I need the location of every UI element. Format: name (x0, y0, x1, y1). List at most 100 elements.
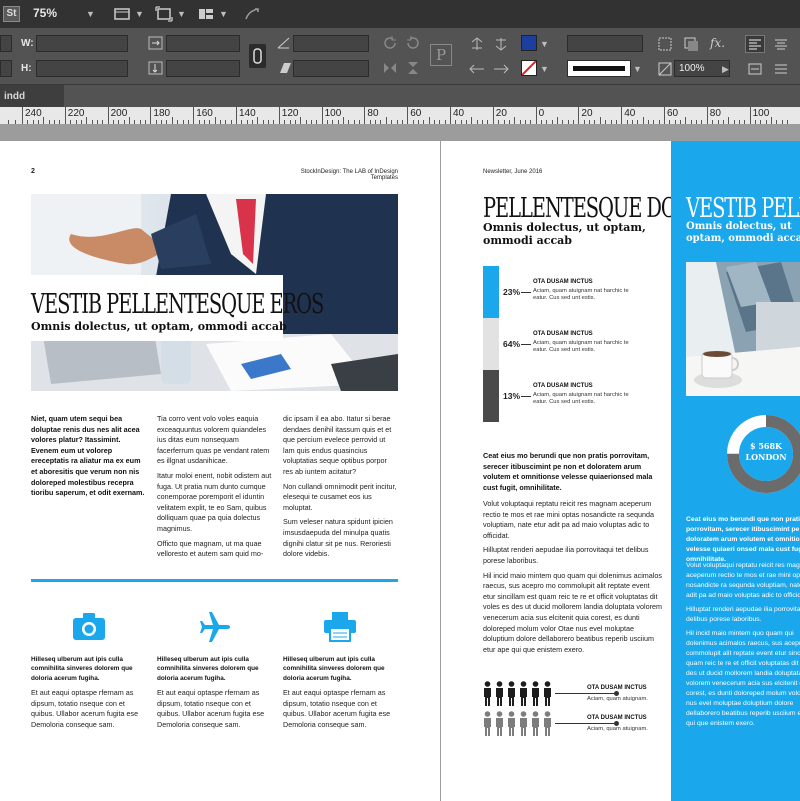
scale-y-icon (148, 61, 163, 75)
left-page[interactable]: 2 StockInDesign: The LAB of InDesign Tem… (0, 141, 440, 801)
stroke-type-dropdown[interactable] (567, 60, 631, 77)
ruler-label: 40 (624, 108, 636, 119)
rotation-angle-field[interactable] (293, 35, 369, 52)
stroke-weight-field[interactable] (567, 35, 643, 52)
feature-body[interactable]: Et aut eaqui optaspe rfernam as dipsum, … (283, 688, 399, 730)
sidebar-body: Volut voluptaqui reptatu reicit res magn… (686, 561, 800, 729)
ruler-major-tick (64, 107, 66, 124)
person-icon (496, 681, 503, 706)
printer-icon (324, 612, 356, 642)
drop-shadow-icon[interactable] (683, 36, 699, 52)
width-label: W: (21, 38, 34, 49)
scale-x-field[interactable] (166, 35, 240, 52)
sidebar-title[interactable]: VESTIB PELLEN (686, 193, 800, 224)
flip-horizontal-icon[interactable] (382, 60, 398, 76)
document-tab[interactable]: indd (0, 85, 64, 108)
feature-body[interactable]: Et aut eaqui optaspe rfernam as dipsum, … (31, 688, 147, 730)
zoom-level[interactable]: 75% (33, 6, 57, 20)
feature-body[interactable]: Et aut eaqui optaspe rfernam as dipsum, … (157, 688, 273, 730)
feature-title[interactable]: Hilleseq ulberum aut ipis culla comnihil… (157, 655, 273, 683)
fill-chevron-down-icon[interactable]: ▼ (540, 39, 549, 49)
select-next-object-icon[interactable] (492, 61, 510, 77)
scale-y-field[interactable] (166, 60, 240, 77)
view-options-icon[interactable] (113, 6, 131, 22)
screen-chevron-down-icon[interactable]: ▼ (177, 9, 186, 19)
page-title[interactable]: VESTIB PELLENTESQUE EROS (31, 289, 324, 320)
ruler-minor-tick (171, 117, 173, 124)
stroke-chevron-down-icon[interactable]: ▼ (540, 64, 549, 74)
body-paragraph[interactable]: Tia corro vent volo voles eaquia exceaqu… (157, 414, 272, 467)
y-field[interactable] (0, 60, 12, 77)
lead-paragraph[interactable]: Niet, quam utem sequi bea doluptae renis… (31, 414, 145, 499)
width-field[interactable] (36, 35, 128, 52)
arrange-chevron-down-icon[interactable]: ▼ (219, 9, 228, 19)
constrain-proportions-button[interactable] (249, 44, 266, 68)
ruler-major-tick (621, 107, 623, 124)
document-tab-bar: indd (0, 84, 800, 108)
screen-mode-icon[interactable] (155, 6, 173, 22)
ruler-minor-tick (86, 117, 88, 124)
sidebar-subtitle[interactable]: Omnis dolectus, ut optam, ommodi accab (686, 221, 800, 245)
view-chevron-down-icon[interactable]: ▼ (135, 9, 144, 19)
stat-label: OTA DUSAM INCTUS (533, 331, 593, 337)
ruler-label: 60 (667, 108, 679, 119)
reference-point-p-icon[interactable]: P (430, 44, 452, 66)
body-paragraph[interactable]: dic ipsam il ea abo. Itatur si berae den… (283, 414, 398, 478)
text-frame-options-icon[interactable] (657, 36, 673, 52)
sidebar-lead[interactable]: Ceat eius mo berundi que non pratis porr… (686, 515, 800, 565)
stat-connector-line (521, 344, 531, 345)
body-paragraph[interactable]: Hilluptat renderi aepudae ilia porrovita… (483, 545, 663, 566)
right-page[interactable]: Newsletter, June 2016 PELLENTESQUE DOR O… (441, 141, 800, 801)
lead-paragraph[interactable]: Ceat eius mo berundi que non pratis porr… (483, 451, 663, 493)
body-paragraph[interactable]: Hil incid maio mintem quo quam qui dolen… (483, 571, 663, 656)
horizontal-ruler[interactable]: 240 220 200 180 160 140 120 100 80 60 40 20 0 20 40 60 8… (0, 107, 800, 125)
align-bottom-icon[interactable] (772, 61, 790, 77)
body-paragraph[interactable]: Itatur moloi enent, nobit odistem aut fu… (157, 471, 272, 535)
page-title[interactable]: PELLENTESQUE DOR (483, 193, 690, 224)
align-center-icon[interactable] (772, 36, 790, 52)
page-subtitle[interactable]: Omnis dolectus, ut optam, ommodi accab (483, 221, 663, 247)
opacity-chevron-right-icon[interactable]: ▶ (722, 64, 729, 75)
ruler-major-tick (193, 107, 195, 124)
ruler-label: 160 (196, 108, 213, 119)
align-left-button[interactable] (745, 35, 765, 53)
body-paragraph[interactable]: Officto que magnam, ut ma quae vellorest… (157, 539, 272, 560)
body-paragraph[interactable]: Non cullandi omnimodit perit incitur, el… (283, 482, 398, 514)
body-paragraph[interactable]: Sum veleser natura spidunt ipicien imsus… (283, 517, 398, 559)
arrange-documents-icon[interactable] (197, 6, 215, 22)
ruler-label: 80 (367, 108, 379, 119)
justify-icon[interactable] (746, 61, 764, 77)
effects-fx-icon[interactable]: fx. (710, 36, 725, 50)
sidebar-paragraph[interactable]: Volut voluptaqui reptatu reicit res magn… (686, 561, 800, 601)
ruler-label: 200 (110, 108, 128, 119)
x-field[interactable] (0, 35, 12, 52)
publish-online-icon[interactable] (243, 6, 261, 22)
fill-swatch[interactable] (521, 35, 537, 51)
rotate-counterclockwise-icon[interactable] (405, 35, 421, 51)
people-label: OTA DUSAM INCTUS (587, 685, 647, 691)
person-icon (544, 681, 551, 706)
height-field[interactable] (36, 60, 128, 77)
select-content-icon[interactable] (492, 36, 510, 52)
stroke-swatch-none[interactable] (521, 60, 537, 76)
sidebar-paragraph[interactable]: Hilluptat renderi aepudae ilia porrovita… (686, 605, 800, 625)
feature-title[interactable]: Hilleseq ulberum aut ipis culla comnihil… (283, 655, 399, 683)
people-connector-line (555, 693, 615, 694)
shear-angle-field[interactable] (293, 60, 369, 77)
select-container-icon[interactable] (468, 36, 486, 52)
flip-vertical-icon[interactable] (405, 60, 421, 76)
select-previous-object-icon[interactable] (468, 61, 486, 77)
ruler-minor-tick (129, 117, 130, 124)
stat-bar-fill (483, 318, 499, 370)
stroke-type-chevron-down-icon[interactable]: ▼ (633, 64, 642, 74)
page-subtitle[interactable]: Omnis dolectus, ut optam, ommodi accab (31, 320, 287, 333)
person-icon (484, 681, 491, 706)
person-icon (508, 681, 515, 706)
sidebar-paragraph[interactable]: Hil incid maio mintem quo quam qui dolen… (686, 629, 800, 729)
feature-title[interactable]: Hilleseq ulberum aut ipis culla comnihil… (31, 655, 147, 683)
zoom-chevron-down-icon[interactable]: ▼ (86, 9, 95, 19)
rotate-clockwise-icon[interactable] (382, 35, 398, 51)
stock-logo[interactable]: St (3, 6, 20, 22)
body-paragraph[interactable]: Volut voluptaqui reptatu reicit res magn… (483, 499, 663, 541)
ruler-major-tick (321, 107, 323, 124)
